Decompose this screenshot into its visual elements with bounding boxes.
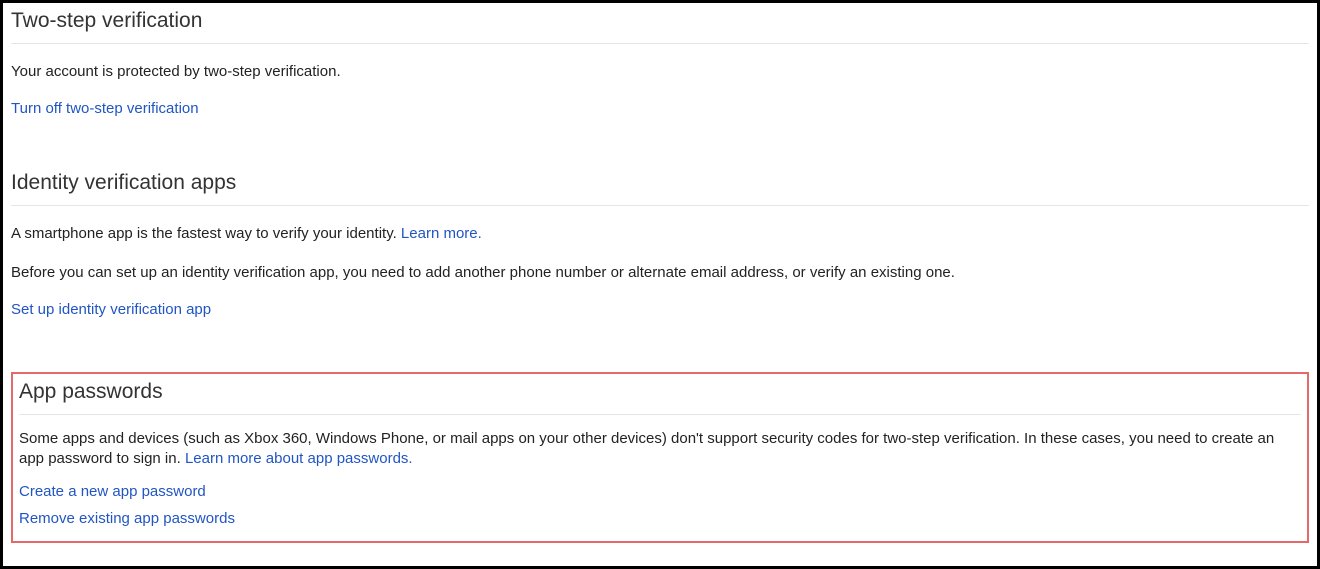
app-passwords-section: App passwords Some apps and devices (suc… [19, 380, 1301, 528]
two-step-verification-section: Two-step verification Your account is pr… [11, 9, 1309, 131]
setup-identity-app-link[interactable]: Set up identity verification app [11, 301, 211, 318]
identity-apps-title: Identity verification apps [11, 171, 1309, 206]
app-passwords-highlight-box: App passwords Some apps and devices (suc… [11, 372, 1309, 544]
app-passwords-learn-more-link[interactable]: Learn more about app passwords. [185, 450, 413, 467]
app-passwords-title: App passwords [19, 380, 1301, 415]
identity-apps-line1-text: A smartphone app is the fastest way to v… [11, 225, 401, 242]
remove-app-passwords-link[interactable]: Remove existing app passwords [19, 510, 235, 527]
identity-apps-line2: Before you can set up an identity verifi… [11, 263, 1309, 283]
app-passwords-description: Some apps and devices (such as Xbox 360,… [19, 429, 1301, 470]
identity-apps-line1: A smartphone app is the fastest way to v… [11, 224, 1309, 244]
identity-apps-learn-more-link[interactable]: Learn more. [401, 225, 482, 242]
two-step-description: Your account is protected by two-step ve… [11, 62, 1309, 82]
turn-off-two-step-link[interactable]: Turn off two-step verification [11, 100, 199, 117]
identity-verification-apps-section: Identity verification apps A smartphone … [11, 171, 1309, 332]
two-step-title: Two-step verification [11, 9, 1309, 44]
create-app-password-link[interactable]: Create a new app password [19, 483, 206, 500]
